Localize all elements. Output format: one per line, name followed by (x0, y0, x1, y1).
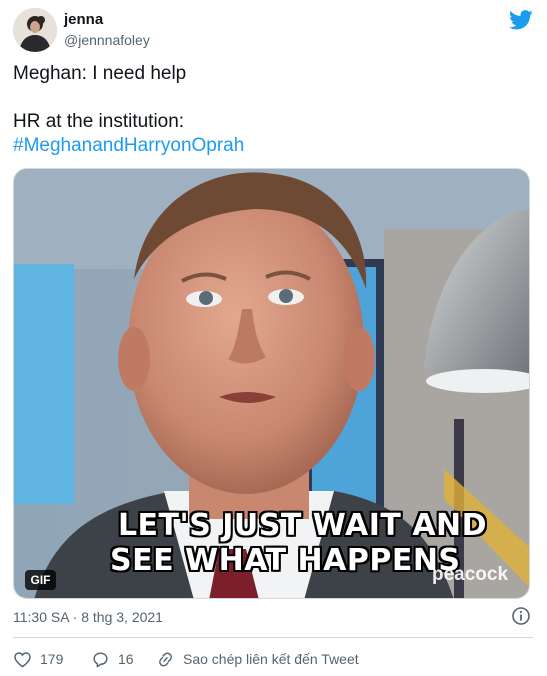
heart-icon (14, 651, 31, 668)
link-icon (159, 652, 172, 666)
tweet-line: HR at the institution: (13, 111, 185, 132)
tweet-header: jenna @jennnafoley (13, 8, 533, 54)
tweet-timestamp[interactable]: 11:30 SA · 8 thg 3, 2021 (13, 609, 163, 625)
copy-link-label: Sao chép liên kết đến Tweet (183, 651, 359, 667)
tweet-actions: 179 16 Sao chép liên kết đến Tweet (13, 647, 533, 671)
copy-link-button[interactable]: Sao chép liên kết đến Tweet (156, 647, 359, 671)
like-button[interactable]: 179 (13, 647, 63, 671)
tweet-line: Meghan: I need help (13, 63, 187, 84)
twitter-bird-icon[interactable] (509, 10, 533, 30)
peacock-watermark: peacock (432, 564, 509, 585)
tweet-card: jenna @jennnafoley Meghan: I need help H… (0, 0, 547, 676)
gif-media[interactable]: LET'S JUST WAIT AND SEE WHAT HAPPENS pea… (13, 168, 530, 599)
author-display-name[interactable]: jenna (64, 11, 103, 28)
info-icon[interactable] (511, 606, 531, 626)
gif-badge: GIF (25, 570, 56, 590)
hashtag-link[interactable]: #MeghanandHarryonOprah (13, 134, 533, 158)
tweet-text: Meghan: I need help HR at the institutio… (13, 62, 533, 158)
like-count: 179 (40, 651, 64, 667)
reply-count: 16 (118, 651, 134, 667)
divider (13, 637, 533, 638)
author-handle[interactable]: @jennnafoley (64, 32, 150, 48)
reply-button[interactable]: 16 (91, 647, 134, 671)
avatar[interactable] (13, 8, 57, 52)
gif-caption-line: LET'S JUST WAIT AND (117, 508, 488, 543)
reply-icon (93, 651, 108, 667)
